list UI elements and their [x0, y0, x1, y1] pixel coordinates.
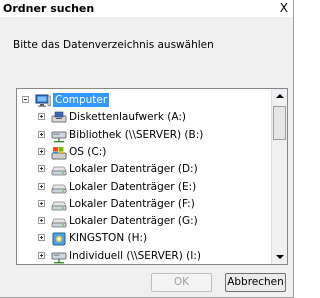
tree-item-label[interactable]: Lokaler Datenträger (D:): [69, 162, 198, 176]
system-drive-icon: [51, 145, 67, 160]
hard-drive-icon: [51, 214, 67, 228]
expand-icon[interactable]: [38, 217, 45, 225]
dialog-title: Ordner suchen: [3, 2, 95, 15]
tree-item-label[interactable]: Lokaler Datenträger (G:): [69, 214, 198, 228]
scroll-thumb[interactable]: [273, 106, 286, 140]
tree-item-label[interactable]: Lokaler Datenträger (E:): [69, 180, 196, 194]
tree-item-label[interactable]: Diskettenlaufwerk (A:): [69, 110, 186, 124]
hard-drive-icon: [51, 162, 67, 176]
tree-item[interactable]: Lokaler Datenträger (E:): [17, 179, 271, 196]
close-icon[interactable]: X: [280, 1, 288, 15]
tree-item[interactable]: Lokaler Datenträger (G:): [17, 213, 271, 230]
tree-item[interactable]: OS (C:): [17, 144, 271, 161]
tree-item[interactable]: Diskettenlaufwerk (A:): [17, 109, 271, 126]
tree-item[interactable]: KINGSTON (H:): [17, 230, 271, 247]
scroll-up-button[interactable]: [272, 89, 287, 104]
floppy-drive-icon: [51, 110, 67, 124]
tree-item[interactable]: Individuell (\\SERVER) (I:): [17, 248, 271, 264]
folder-tree[interactable]: Computer Diskettenlaufwerk (A:) Bibliothek…: [16, 88, 288, 265]
network-drive-icon: [51, 249, 67, 264]
computer-icon: [35, 93, 51, 107]
tree-item-label[interactable]: Computer: [53, 93, 110, 107]
tree-item-label[interactable]: OS (C:): [69, 145, 106, 159]
expand-icon[interactable]: [38, 113, 45, 121]
tree-item[interactable]: Bibliothek (\\SERVER) (B:): [17, 127, 271, 144]
tree-item-label[interactable]: KINGSTON (H:): [69, 231, 147, 245]
tree-item-label[interactable]: Bibliothek (\\SERVER) (B:): [69, 128, 203, 142]
hard-drive-icon: [51, 180, 67, 194]
folder-browser-dialog: Ordner suchen X Bitte das Datenverzeichn…: [0, 0, 294, 298]
network-drive-icon: [51, 128, 67, 142]
instruction-text: Bitte das Datenverzeichnis auswählen: [13, 39, 214, 51]
expand-icon[interactable]: [38, 147, 45, 155]
ok-button[interactable]: OK: [151, 273, 212, 292]
tree-item-label[interactable]: Individuell (\\SERVER) (I:): [69, 249, 201, 263]
scroll-down-button[interactable]: [272, 249, 287, 264]
expand-icon[interactable]: [38, 165, 45, 173]
folder-tree-items: Computer Diskettenlaufwerk (A:) Bibliothek…: [17, 89, 271, 264]
expand-icon[interactable]: [38, 251, 45, 259]
expand-icon[interactable]: [38, 234, 45, 242]
expand-icon[interactable]: [38, 182, 45, 190]
hard-drive-icon: [51, 197, 67, 211]
cancel-button[interactable]: Abbrechen: [225, 273, 286, 292]
title-bar[interactable]: Ordner suchen X: [0, 0, 293, 17]
arrow-down-icon: [276, 255, 284, 259]
tree-item[interactable]: Computer: [17, 92, 271, 109]
tree-item-label[interactable]: Lokaler Datenträger (F:): [69, 197, 195, 211]
tree-item[interactable]: Lokaler Datenträger (F:): [17, 196, 271, 213]
vertical-scrollbar[interactable]: [271, 89, 287, 264]
arrow-up-icon: [276, 94, 284, 98]
expand-icon[interactable]: [38, 199, 45, 207]
collapse-icon[interactable]: [22, 96, 29, 103]
expand-icon[interactable]: [38, 130, 45, 138]
usb-drive-icon: [51, 231, 67, 246]
tree-item[interactable]: Lokaler Datenträger (D:): [17, 161, 271, 178]
